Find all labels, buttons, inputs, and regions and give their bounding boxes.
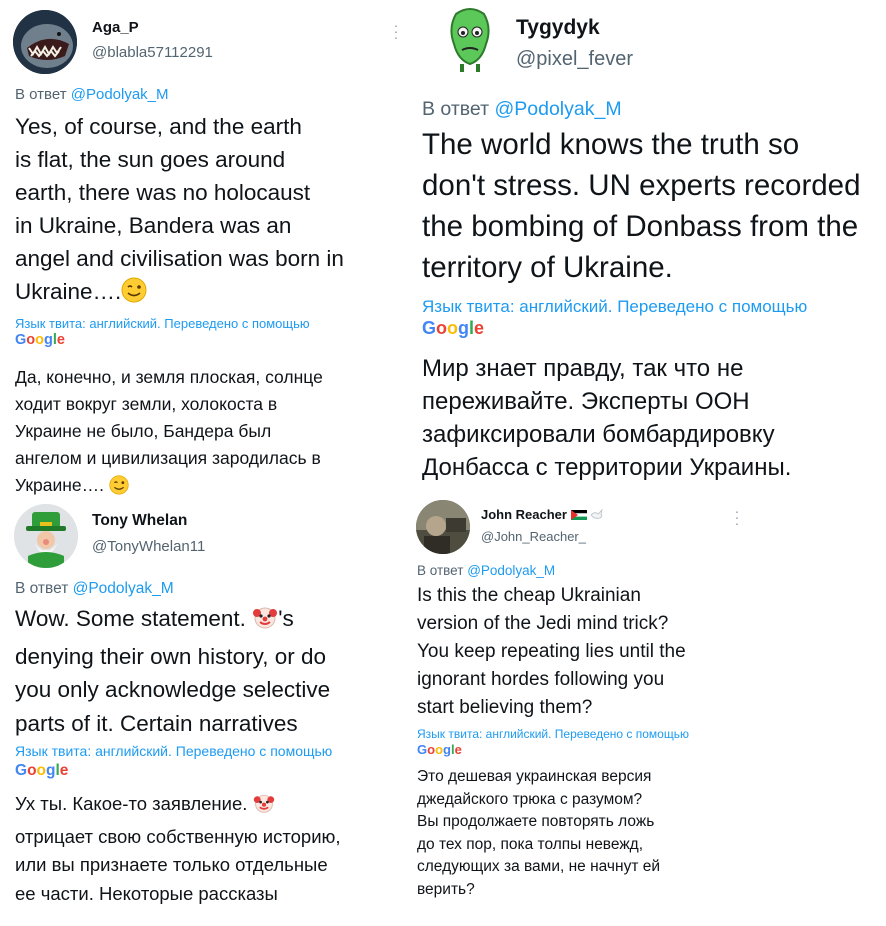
tweet-text-ru-part: Ух ты. Какое-то заявление. bbox=[15, 793, 253, 814]
palestine-flag-icon bbox=[570, 508, 587, 523]
tweet-text-ru: Да, конечно, и земля плоская, солнце ход… bbox=[15, 364, 410, 498]
winking-face-icon bbox=[109, 475, 129, 498]
tweet-text-en: Is this the cheap Ukrainian version of t… bbox=[417, 585, 686, 718]
more-options-icon[interactable]: · · · bbox=[393, 18, 399, 44]
reply-mention-link[interactable]: @Podolyak_M bbox=[494, 98, 621, 120]
google-letter: G bbox=[15, 762, 28, 779]
reply-mention-link[interactable]: @Podolyak_M bbox=[71, 86, 169, 103]
google-logo: Google bbox=[417, 742, 462, 757]
tweet-text-ru: Это дешевая украинская версия джедайског… bbox=[417, 768, 660, 898]
google-letter: o bbox=[435, 742, 444, 757]
google-letter: G bbox=[15, 332, 27, 348]
user-handle[interactable]: @John_Reacher_ bbox=[481, 529, 586, 544]
tweet-tygydyk: Tygydyk @pixel_fever В ответ @Podolyak_M… bbox=[410, 0, 886, 498]
google-logo: Google bbox=[422, 318, 484, 339]
tweet-john-reacher: John Reacher @John_Reacher_ · · · В ответ … bbox=[410, 498, 886, 926]
display-name-text: John Reacher bbox=[481, 507, 567, 522]
reply-context: В ответ @Podolyak_M bbox=[417, 563, 555, 578]
google-letter: o bbox=[26, 332, 36, 348]
reply-prefix: В ответ bbox=[417, 563, 464, 578]
google-letter: g bbox=[443, 742, 451, 757]
shark-avatar-icon[interactable] bbox=[13, 10, 77, 74]
photo-avatar-icon[interactable] bbox=[416, 500, 470, 554]
google-letter: e bbox=[59, 762, 69, 779]
display-name[interactable]: John Reacher bbox=[481, 507, 604, 523]
display-name[interactable]: Tygydyk bbox=[516, 16, 600, 40]
reply-prefix: В ответ bbox=[15, 580, 69, 597]
google-letter: o bbox=[427, 742, 436, 757]
reply-context: В ответ @Podolyak_M bbox=[15, 580, 174, 598]
google-letter: G bbox=[422, 318, 437, 338]
clown-face-icon bbox=[253, 792, 275, 823]
tweet-aga-p: Aga_P @blabla57112291 · · · В ответ @Podol… bbox=[0, 0, 410, 498]
user-handle[interactable]: @pixel_fever bbox=[516, 48, 633, 71]
display-name[interactable]: Tony Whelan bbox=[92, 512, 187, 530]
google-letter: g bbox=[44, 332, 53, 348]
tweet-text-ru: Мир знает правду, так что не переживайте… bbox=[422, 355, 792, 481]
green-face-avatar-icon[interactable] bbox=[436, 4, 504, 72]
user-handle[interactable]: @TonyWhelan11 bbox=[92, 538, 205, 555]
google-letter: e bbox=[474, 318, 485, 338]
tweet-text-ru: Ух ты. Какое-то заявление. отрицает свою… bbox=[15, 790, 410, 908]
tweet-text-ru-part: отрицает свою собственную историю, или в… bbox=[15, 825, 341, 904]
translation-note-link[interactable]: Язык твита: английский. Переведено с пом… bbox=[15, 316, 310, 331]
tweet-text-en-content: Yes, of course, and the earth is flat, t… bbox=[15, 114, 344, 304]
google-letter: o bbox=[447, 318, 459, 338]
display-name[interactable]: Aga_P bbox=[92, 19, 139, 36]
google-letter: G bbox=[417, 742, 428, 757]
reply-prefix: В ответ bbox=[15, 86, 67, 103]
google-letter: e bbox=[454, 742, 462, 757]
google-letter: g bbox=[458, 318, 470, 338]
tweet-text-ru-content: Да, конечно, и земля плоская, солнце ход… bbox=[15, 367, 323, 495]
translation-note-link[interactable]: Язык твита: английский. Переведено с пом… bbox=[422, 297, 807, 317]
clown-face-icon bbox=[252, 604, 278, 640]
reply-context: В ответ @Podolyak_M bbox=[422, 98, 622, 121]
translation-note-link[interactable]: Язык твита: английский. Переведено с пом… bbox=[417, 727, 689, 741]
reply-context: В ответ @Podolyak_M bbox=[15, 86, 169, 103]
google-letter: o bbox=[36, 762, 46, 779]
reply-mention-link[interactable]: @Podolyak_M bbox=[467, 563, 555, 578]
winking-face-icon bbox=[121, 277, 147, 312]
tweet-text-en: Wow. Some statement. 's denying their ow… bbox=[15, 602, 410, 740]
google-letter: e bbox=[56, 332, 65, 348]
reply-prefix: В ответ bbox=[422, 98, 490, 120]
google-letter: o bbox=[436, 318, 448, 338]
dove-icon bbox=[590, 508, 604, 523]
leprechaun-gnome-avatar-icon[interactable] bbox=[14, 504, 78, 568]
tweet-tony-whelan: Tony Whelan @TonyWhelan11 В ответ @Podol… bbox=[0, 498, 410, 926]
translation-note-link[interactable]: Язык твита: английский. Переведено с пом… bbox=[15, 743, 332, 759]
google-letter: o bbox=[27, 762, 37, 779]
google-logo: Google bbox=[15, 762, 68, 780]
google-letter: o bbox=[35, 332, 44, 348]
user-handle[interactable]: @blabla57112291 bbox=[92, 44, 213, 61]
reply-mention-link[interactable]: @Podolyak_M bbox=[73, 580, 174, 597]
google-logo: Google bbox=[15, 332, 65, 348]
tweet-text-en: Yes, of course, and the earth is flat, t… bbox=[15, 110, 410, 312]
tweet-text-en: The world knows the truth so don't stres… bbox=[422, 128, 861, 284]
tweet-text-en-part: Wow. Some statement. bbox=[15, 606, 253, 631]
more-options-icon[interactable]: · · · bbox=[734, 504, 740, 530]
